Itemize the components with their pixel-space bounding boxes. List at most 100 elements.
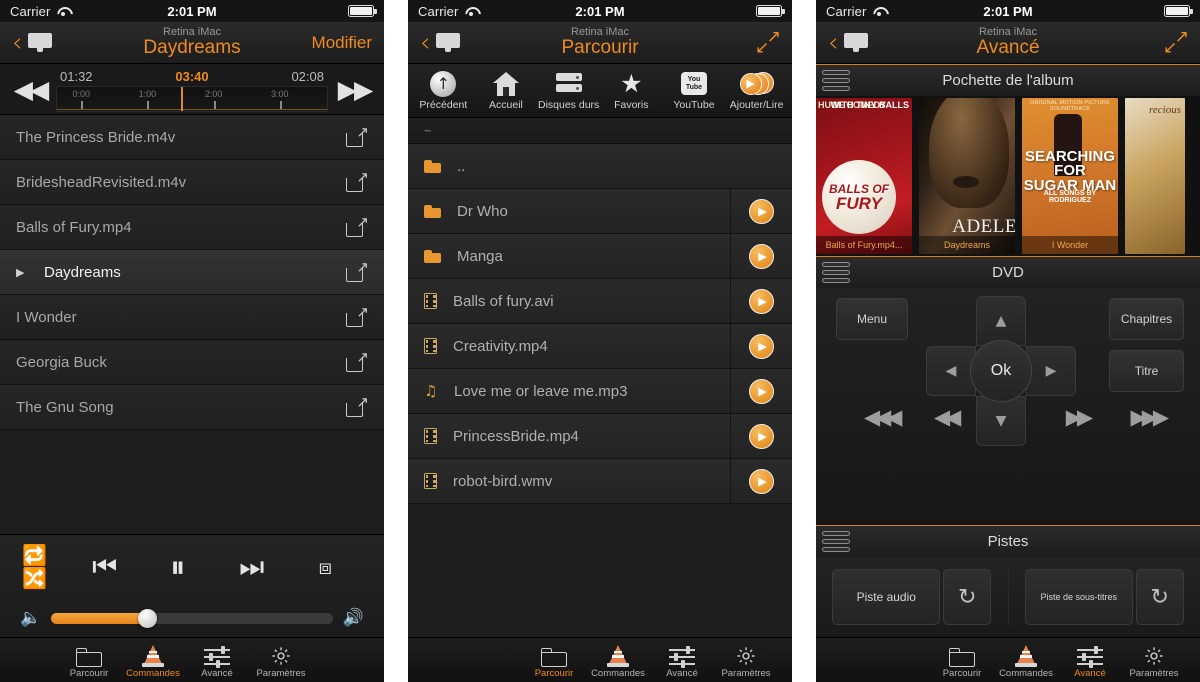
monitor-icon[interactable] bbox=[436, 33, 461, 52]
drag-handle-icon[interactable] bbox=[822, 262, 850, 283]
arrow-up-icon[interactable]: ▲ bbox=[976, 296, 1026, 346]
list-item[interactable]: Balls of Fury.mp4 ↗ bbox=[0, 205, 384, 250]
list-item[interactable]: Creativity.mp4 ▶ bbox=[408, 323, 792, 369]
chevron-left-icon[interactable]: ‹ bbox=[420, 30, 430, 56]
list-item[interactable]: robot-bird.wmv ▶ bbox=[408, 458, 792, 504]
volume-slider[interactable] bbox=[51, 608, 333, 628]
share-icon[interactable]: ↗ bbox=[346, 125, 369, 147]
previous-track-icon[interactable]: ⏮ bbox=[68, 550, 142, 584]
skip-forward-icon[interactable]: ▶▶▶ bbox=[1131, 405, 1170, 429]
list-item[interactable]: The Princess Bride.m4v ↗ bbox=[0, 115, 384, 160]
play-button-cell[interactable]: ▶ bbox=[730, 323, 792, 369]
volume-knob[interactable] bbox=[138, 608, 158, 628]
dvd-title-button[interactable]: Titre bbox=[1109, 350, 1184, 392]
list-item[interactable]: BridesheadRevisited.m4v ↗ bbox=[0, 160, 384, 205]
share-icon[interactable]: ↗ bbox=[346, 215, 369, 237]
chevron-left-icon[interactable]: ‹ bbox=[828, 30, 838, 56]
play-icon[interactable]: ▶ bbox=[749, 378, 774, 404]
arrow-right-icon[interactable]: ▶ bbox=[1026, 346, 1076, 396]
dvd-chapters-button[interactable]: Chapitres bbox=[1109, 298, 1184, 340]
toolbar-precedent[interactable]: ↑ Précédent bbox=[412, 70, 474, 111]
rewind-icon[interactable]: ◀◀ bbox=[934, 405, 961, 429]
play-button-cell[interactable]: ▶ bbox=[730, 413, 792, 459]
volume-low-icon[interactable]: 🔈 bbox=[20, 608, 41, 628]
expand-icon[interactable]: ↗ ↙ bbox=[755, 28, 781, 56]
arrow-left-icon[interactable]: ◀ bbox=[926, 346, 976, 396]
list-item[interactable]: I Wonder ↗ bbox=[0, 295, 384, 340]
share-icon[interactable]: ↗ bbox=[346, 305, 369, 327]
play-button-cell[interactable]: ▶ bbox=[730, 368, 792, 414]
tab-avance[interactable]: Avancé bbox=[650, 637, 714, 679]
fullscreen-icon[interactable]: ⧈ bbox=[289, 555, 363, 580]
nav-back-group[interactable]: ‹ bbox=[828, 30, 869, 56]
list-item[interactable]: Georgia Buck ↗ bbox=[0, 340, 384, 385]
play-button-cell[interactable]: ▶ bbox=[730, 278, 792, 324]
tab-avance[interactable]: Avancé bbox=[185, 637, 249, 679]
share-icon[interactable]: ↗ bbox=[346, 170, 369, 192]
tab-parcourir[interactable]: Parcourir bbox=[522, 637, 586, 679]
playhead[interactable] bbox=[181, 87, 183, 111]
nav-action-group[interactable]: ↗ ↙ bbox=[1163, 28, 1189, 56]
timeline-scrubber[interactable]: 01:32 03:40 02:08 0:00 1:00 2:00 3:00 bbox=[56, 66, 328, 112]
album-art-item[interactable]: ORIGINAL MOTION PICTURE SOUNDTRACK SEARC… bbox=[1022, 98, 1118, 254]
toolbar-disques-durs[interactable]: Disques durs bbox=[538, 70, 600, 111]
list-item-now-playing[interactable]: ▶ Daydreams ↗ bbox=[0, 250, 384, 295]
album-art-item[interactable]: recious bbox=[1125, 98, 1185, 254]
volume-high-icon[interactable]: 🔊 bbox=[343, 608, 364, 628]
fast-forward-icon[interactable]: ▶▶ bbox=[328, 75, 380, 104]
list-item[interactable]: Balls of fury.avi ▶ bbox=[408, 278, 792, 324]
pause-icon[interactable]: ⏸ bbox=[142, 550, 216, 585]
play-icon[interactable]: ▶ bbox=[749, 423, 774, 449]
list-item[interactable]: The Gnu Song ↗ bbox=[0, 385, 384, 430]
play-icon[interactable]: ▶ bbox=[749, 288, 774, 314]
dvd-menu-button[interactable]: Menu bbox=[836, 298, 908, 340]
monitor-icon[interactable] bbox=[28, 33, 53, 52]
play-button-cell[interactable]: ▶ bbox=[730, 458, 792, 504]
expand-icon[interactable]: ↗ ↙ bbox=[1163, 28, 1189, 56]
tab-parcourir[interactable]: Parcourir bbox=[57, 637, 121, 679]
tab-commandes[interactable]: Commandes bbox=[121, 637, 185, 679]
nav-action-group[interactable]: Modifier bbox=[312, 33, 372, 53]
share-icon[interactable]: ↗ bbox=[346, 260, 369, 282]
shuffle-icon[interactable]: 🔀 bbox=[22, 568, 68, 589]
drag-handle-icon[interactable] bbox=[822, 531, 850, 552]
tab-commandes[interactable]: Commandes bbox=[994, 637, 1058, 679]
nav-back-group[interactable]: ‹ bbox=[12, 30, 53, 56]
play-icon[interactable]: ▶ bbox=[749, 243, 774, 269]
dvd-ok-button[interactable]: Ok bbox=[970, 340, 1032, 402]
share-icon[interactable]: ↗ bbox=[346, 395, 369, 417]
repeat-icon[interactable]: 🔁 bbox=[22, 545, 68, 566]
tab-parametres[interactable]: Paramètres bbox=[714, 637, 778, 679]
play-icon[interactable]: ▶ bbox=[749, 468, 774, 494]
timeline-track[interactable]: 0:00 1:00 2:00 3:00 bbox=[56, 86, 328, 112]
play-button-cell[interactable]: ▶ bbox=[730, 233, 792, 279]
list-item[interactable]: Manga ▶ bbox=[408, 233, 792, 279]
toolbar-ajouter-lire[interactable]: ▶ Ajouter/Lire bbox=[726, 70, 788, 111]
nav-back-group[interactable]: ‹ bbox=[420, 30, 461, 56]
next-track-icon[interactable]: ⏭ bbox=[215, 550, 289, 584]
album-art-item[interactable]: HUGE COMEDY WITH TINY BALLS BALLS OF FUR… bbox=[816, 98, 912, 254]
share-icon[interactable]: ↗ bbox=[346, 350, 369, 372]
fast-forward-icon[interactable]: ▶▶ bbox=[1066, 405, 1093, 429]
edit-button[interactable]: Modifier bbox=[312, 33, 372, 52]
list-item[interactable]: ♫ Love me or leave me.mp3 ▶ bbox=[408, 368, 792, 414]
tab-avance[interactable]: Avancé bbox=[1058, 637, 1122, 679]
subtitle-track-button[interactable]: Piste de sous-titres bbox=[1024, 569, 1133, 625]
list-item[interactable]: PrincessBride.mp4 ▶ bbox=[408, 413, 792, 459]
refresh-icon[interactable]: ↻ bbox=[943, 569, 992, 625]
list-item[interactable]: .. bbox=[408, 144, 792, 189]
album-art-item[interactable]: ADELE Daydreams bbox=[919, 98, 1015, 254]
toolbar-favoris[interactable]: ★ Favoris bbox=[600, 70, 662, 111]
refresh-icon[interactable]: ↻ bbox=[1135, 569, 1184, 625]
tab-commandes[interactable]: Commandes bbox=[586, 637, 650, 679]
play-icon[interactable]: ▶ bbox=[749, 333, 774, 359]
tab-parametres[interactable]: Paramètres bbox=[249, 637, 313, 679]
audio-track-button[interactable]: Piste audio bbox=[832, 569, 941, 625]
skip-back-icon[interactable]: ◀◀◀ bbox=[864, 405, 903, 429]
toolbar-youtube[interactable]: You Tube YouTube bbox=[663, 70, 725, 111]
list-item[interactable]: Dr Who ▶ bbox=[408, 188, 792, 234]
drag-handle-icon[interactable] bbox=[822, 70, 850, 91]
rewind-icon[interactable]: ◀◀ bbox=[4, 75, 56, 104]
play-icon[interactable]: ▶ bbox=[749, 198, 774, 224]
arrow-down-icon[interactable]: ▼ bbox=[976, 396, 1026, 446]
